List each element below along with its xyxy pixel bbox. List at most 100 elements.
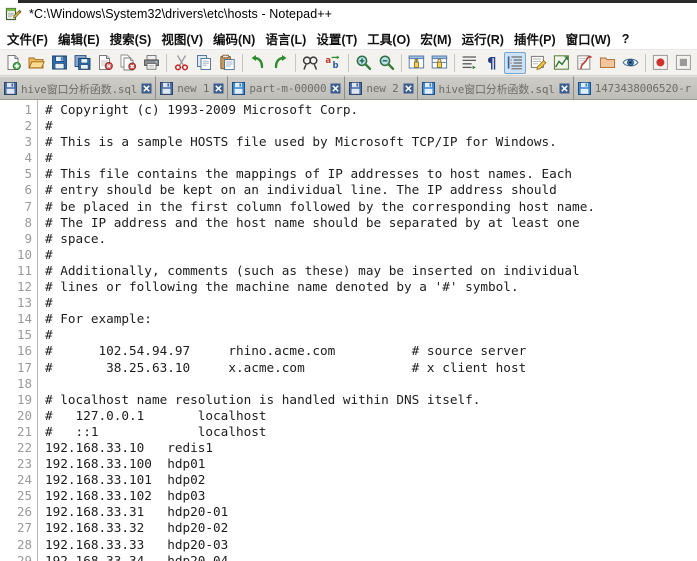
menu-help[interactable]: ? <box>616 31 636 47</box>
save-all-icon[interactable] <box>71 52 93 74</box>
code-line[interactable]: # This file contains the mappings of IP … <box>45 166 697 182</box>
close-icon[interactable] <box>141 83 152 94</box>
user-defined-language-icon[interactable] <box>527 52 549 74</box>
sync-horizontal-icon[interactable] <box>428 52 450 74</box>
copy-icon[interactable] <box>193 52 215 74</box>
code-line[interactable]: 192.168.33.34 hdp20-04 <box>45 553 697 561</box>
code-line[interactable]: 192.168.33.100 hdp01 <box>45 456 697 472</box>
folder-as-workspace-icon[interactable] <box>596 52 618 74</box>
tab-hive-sql-1[interactable]: hive窗口分析函数.sql <box>0 76 157 99</box>
code-line[interactable]: # Copyright (c) 1993-2009 Microsoft Corp… <box>45 102 697 118</box>
menu-encoding[interactable]: 编码(N) <box>208 28 260 50</box>
tab-label: part-m-00000 <box>249 82 327 95</box>
tab-label: 1473438006520-r <box>594 82 692 95</box>
close-icon[interactable] <box>403 83 414 94</box>
print-icon[interactable] <box>140 52 162 74</box>
code-line[interactable]: # <box>45 295 697 311</box>
code-line[interactable]: # ::1 localhost <box>45 424 697 440</box>
tab-part-m-00000[interactable]: part-m-00000 <box>228 76 346 99</box>
menu-settings[interactable]: 设置(T) <box>311 28 362 50</box>
word-wrap-icon[interactable] <box>458 52 480 74</box>
menu-window[interactable]: 窗口(W) <box>561 28 616 50</box>
replace-icon[interactable]: a b <box>322 52 344 74</box>
code-line[interactable]: # For example: <box>45 311 697 327</box>
paste-icon[interactable] <box>216 52 238 74</box>
menu-macro[interactable]: 宏(M) <box>415 28 456 50</box>
new-file-icon[interactable] <box>2 52 24 74</box>
undo-icon[interactable] <box>246 52 268 74</box>
show-all-chars-icon[interactable]: ¶ <box>481 52 503 74</box>
code-line[interactable]: 192.168.33.32 hdp20-02 <box>45 520 697 536</box>
document-map-icon[interactable] <box>550 52 572 74</box>
code-line[interactable]: # 127.0.0.1 localhost <box>45 408 697 424</box>
line-number: 1 <box>24 102 32 117</box>
line-number: 12 <box>16 279 32 295</box>
close-icon[interactable] <box>330 83 341 94</box>
code-line[interactable]: # be placed in the first column followed… <box>45 199 697 215</box>
line-number: 17 <box>16 359 32 375</box>
save-icon[interactable] <box>48 52 70 74</box>
close-file-icon[interactable] <box>94 52 116 74</box>
line-number: 28 <box>16 536 32 552</box>
line-number: 16 <box>16 343 32 359</box>
sync-vertical-icon[interactable] <box>405 52 427 74</box>
editor-area[interactable]: 1 2 3 4 5 6 7 8 9 10 11 12 13 14 15 16 17 18 19 20 21 22 23 24 2… <box>0 100 697 561</box>
cut-icon[interactable] <box>170 52 192 74</box>
code-line[interactable]: 192.168.33.102 hdp03 <box>45 488 697 504</box>
open-file-icon[interactable] <box>25 52 47 74</box>
menu-view[interactable]: 视图(V) <box>156 28 208 50</box>
code-line[interactable]: # space. <box>45 231 697 247</box>
code-line[interactable]: # localhost name resolution is handled w… <box>45 392 697 408</box>
code-line[interactable]: # <box>45 247 697 263</box>
line-number: 6 <box>24 182 32 198</box>
code-line[interactable]: 192.168.33.31 hdp20-01 <box>45 504 697 520</box>
code-line[interactable]: # <box>45 150 697 166</box>
line-number: 4 <box>24 150 32 166</box>
menu-language[interactable]: 语言(L) <box>260 28 311 50</box>
tab-new-1[interactable]: new 1 <box>156 76 229 99</box>
menu-tools[interactable]: 工具(O) <box>362 28 415 50</box>
close-icon[interactable] <box>559 83 570 94</box>
record-macro-icon[interactable] <box>649 52 671 74</box>
code-line[interactable]: # The IP address and the host name shoul… <box>45 215 697 231</box>
code-line[interactable]: # <box>45 118 697 134</box>
indent-guide-icon[interactable] <box>504 51 526 74</box>
zoom-out-icon[interactable] <box>375 52 397 74</box>
tab-hive-sql-2[interactable]: hive窗口分析函数.sql <box>417 76 574 99</box>
line-number: 27 <box>16 520 32 536</box>
notepadpp-window: *C:\Windows\System32\drivers\etc\hosts -… <box>0 0 697 561</box>
code-text-area[interactable]: # Copyright (c) 1993-2009 Microsoft Corp… <box>38 100 697 561</box>
code-line[interactable]: # 102.54.94.97 rhino.acme.com # source s… <box>45 343 697 359</box>
code-line[interactable]: # This is a sample HOSTS file used by Mi… <box>45 134 697 150</box>
redo-icon[interactable] <box>269 52 291 74</box>
code-line[interactable] <box>45 376 697 392</box>
code-line[interactable]: # <box>45 327 697 343</box>
stop-record-macro-icon[interactable] <box>672 52 694 74</box>
function-list-icon[interactable] <box>573 52 595 74</box>
tab-1473438006520[interactable]: 1473438006520-r <box>573 76 697 99</box>
menu-file[interactable]: 文件(F) <box>2 28 53 50</box>
line-number: 10 <box>16 246 32 262</box>
code-line[interactable]: 192.168.33.33 hdp20-03 <box>45 537 697 553</box>
close-icon[interactable] <box>213 83 224 94</box>
line-number: 5 <box>24 166 32 182</box>
zoom-in-icon[interactable] <box>352 52 374 74</box>
tab-new-2[interactable]: new 2 <box>345 76 418 99</box>
menu-plugins[interactable]: 插件(P) <box>509 28 561 50</box>
find-icon[interactable] <box>299 52 321 74</box>
menu-search[interactable]: 搜索(S) <box>105 28 157 50</box>
line-number: 21 <box>16 423 32 439</box>
code-line[interactable]: 192.168.33.10 redis1 <box>45 440 697 456</box>
toolbar-separator <box>242 53 243 72</box>
monitoring-icon[interactable] <box>619 52 641 74</box>
close-all-icon[interactable] <box>117 52 139 74</box>
window-title: *C:\Windows\System32\drivers\etc\hosts -… <box>29 7 333 21</box>
code-line[interactable]: # lines or following the machine name de… <box>45 279 697 295</box>
code-line[interactable]: # 38.25.63.10 x.acme.com # x client host <box>45 360 697 376</box>
menu-edit[interactable]: 编辑(E) <box>53 28 105 50</box>
code-line[interactable]: # Additionally, comments (such as these)… <box>45 263 697 279</box>
line-number: 24 <box>16 472 32 488</box>
menu-run[interactable]: 运行(R) <box>457 28 509 50</box>
code-line[interactable]: 192.168.33.101 hdp02 <box>45 472 697 488</box>
code-line[interactable]: # entry should be kept on an individual … <box>45 182 697 198</box>
